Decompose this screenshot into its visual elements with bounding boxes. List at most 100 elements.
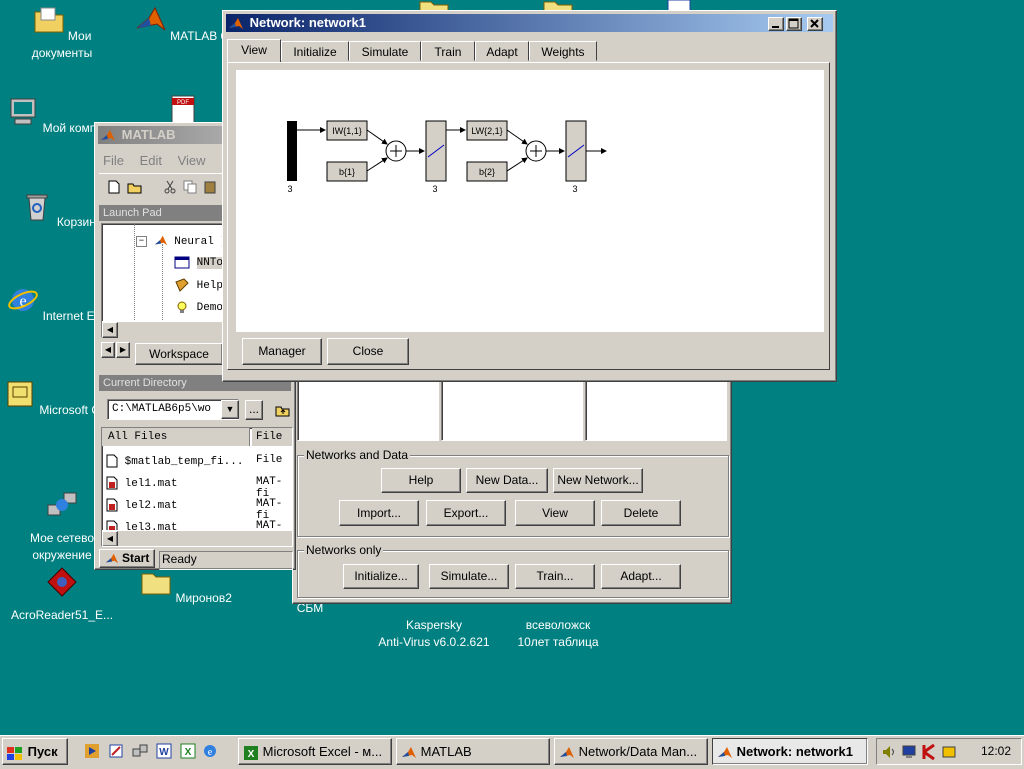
directory-dropdown-icon[interactable]: ▼ <box>221 400 239 419</box>
desktop-icon-mironov2[interactable]: Миронов2 <box>126 566 246 607</box>
acrobat-icon <box>47 567 77 597</box>
matlab-icon <box>560 746 574 758</box>
tab-view[interactable]: View <box>227 39 281 63</box>
start-label: Start <box>122 551 150 565</box>
current-directory-input[interactable]: C:\MATLAB6p5\wo <box>107 399 239 420</box>
window-icon <box>174 256 190 269</box>
networks-list[interactable] <box>441 379 583 441</box>
maximize-button[interactable] <box>786 17 802 31</box>
task-network-window[interactable]: Network: network1 <box>712 738 868 765</box>
delete-button[interactable]: Delete <box>601 500 681 526</box>
task-matlab[interactable]: MATLAB <box>396 738 550 765</box>
open-folder-icon[interactable] <box>127 180 143 194</box>
tab-weights[interactable]: Weights <box>529 41 597 61</box>
b2-label: b{2} <box>479 167 495 177</box>
start-menu-button[interactable]: Пуск <box>2 738 68 765</box>
file-type: File <box>256 454 283 466</box>
edit-icon[interactable] <box>108 743 124 759</box>
desktop-icon-kaspersky[interactable]: Kaspersky Anti-Virus v6.0.2.621 <box>372 600 496 651</box>
copy-icon[interactable] <box>183 180 197 194</box>
close-window-button[interactable] <box>807 17 823 31</box>
tab-scroll-right-icon[interactable]: ▶ <box>116 342 130 358</box>
network-window: Network: network1 View Initialize Simula… <box>222 10 837 382</box>
desktop-icon-vsevolozhsk[interactable]: всеволожск 10лет таблица <box>498 600 618 651</box>
table-row[interactable]: lel1.mat <box>106 476 177 490</box>
tree-item-help[interactable]: Help <box>174 278 223 292</box>
files-table[interactable]: All Files File $matlab_temp_fi... File l… <box>101 427 293 547</box>
network-titlebar[interactable]: Network: network1 <box>226 14 833 32</box>
cut-icon[interactable] <box>163 180 177 194</box>
manager-button[interactable]: Manager <box>242 338 322 365</box>
task-network-data-manager[interactable]: Network/Data Man... <box>554 738 708 765</box>
browse-button[interactable]: ... <box>245 400 263 420</box>
tree-item-label: Demo <box>196 301 224 314</box>
table-row[interactable]: lel2.mat <box>106 498 177 512</box>
network-data-manager-window: Networks and Data Help New Data... New N… <box>292 372 732 604</box>
simulate-button[interactable]: Simulate... <box>429 564 509 589</box>
desktop-icon-label: AcroReader51_E... <box>10 608 114 622</box>
keyboard-layout-icon[interactable] <box>941 744 957 760</box>
status-bar: Ready <box>159 551 293 570</box>
outputs-list[interactable] <box>585 379 727 441</box>
window-title: Network: network1 <box>249 15 366 30</box>
tab-train[interactable]: Train <box>421 41 475 61</box>
task-label: Network/Data Man... <box>578 744 698 759</box>
svg-text:X: X <box>185 747 192 758</box>
train-button[interactable]: Train... <box>515 564 595 589</box>
tree-item-neural[interactable]: − Neural ] <box>136 234 227 248</box>
menu-edit[interactable]: Edit <box>140 153 162 168</box>
import-button[interactable]: Import... <box>339 500 419 526</box>
tab-workspace[interactable]: Workspace <box>135 343 223 365</box>
scroll-left-icon[interactable]: ◀ <box>102 322 118 338</box>
adapt-button[interactable]: Adapt... <box>601 564 681 589</box>
desktop-icon-acroreader[interactable]: AcroReader51_E... <box>2 566 122 624</box>
paste-icon[interactable] <box>203 180 217 194</box>
column-header-file-type[interactable]: File <box>252 428 292 446</box>
task-label: MATLAB <box>420 744 472 759</box>
tab-adapt[interactable]: Adapt <box>475 41 529 61</box>
svg-text:e: e <box>208 747 213 758</box>
desktop-icon-my-documents[interactable]: Мои документы <box>2 4 122 62</box>
excel-icon[interactable]: X <box>180 743 196 759</box>
column-header-all-files[interactable]: All Files <box>102 428 250 446</box>
recycle-bin-icon <box>26 194 48 221</box>
minimize-icon <box>772 26 779 28</box>
horizontal-scrollbar[interactable]: ◀ <box>102 530 292 546</box>
svg-text:PDF: PDF <box>177 100 189 106</box>
tab-initialize[interactable]: Initialize <box>281 41 349 61</box>
task-excel[interactable]: X Microsoft Excel - м... <box>238 738 392 765</box>
scroll-left-icon[interactable]: ◀ <box>102 531 118 546</box>
network-neighborhood-icon[interactable] <box>132 743 148 759</box>
mat-file-icon <box>106 498 118 512</box>
new-network-button[interactable]: New Network... <box>553 468 643 493</box>
word-icon[interactable]: W <box>156 743 172 759</box>
new-data-button[interactable]: New Data... <box>466 468 548 493</box>
folder-icon <box>141 573 171 595</box>
menu-file[interactable]: File <box>103 153 124 168</box>
initialize-button[interactable]: Initialize... <box>343 564 419 589</box>
lw21-label: LW{2,1} <box>471 126 502 136</box>
monitor-icon[interactable] <box>901 744 917 760</box>
menu-view[interactable]: View <box>178 153 206 168</box>
tree-item-nntool[interactable]: NNTo <box>174 256 224 270</box>
tab-scroll-left-icon[interactable]: ◀ <box>101 342 115 358</box>
ie-icon[interactable]: e <box>202 743 218 759</box>
view-button[interactable]: View <box>515 500 595 526</box>
speaker-icon[interactable] <box>881 744 897 760</box>
media-player-icon[interactable] <box>84 743 100 759</box>
close-button[interactable]: Close <box>327 338 409 365</box>
new-file-icon[interactable] <box>107 180 121 194</box>
help-button[interactable]: Help <box>381 468 461 493</box>
tab-simulate[interactable]: Simulate <box>349 41 421 61</box>
excel-icon: X <box>244 745 258 760</box>
collapse-icon[interactable]: − <box>136 235 147 247</box>
kaspersky-icon[interactable] <box>921 744 937 760</box>
tree-item-demos[interactable]: Demo <box>174 300 223 314</box>
table-row[interactable]: $matlab_temp_fi... <box>106 454 243 468</box>
inputs-list[interactable] <box>297 379 439 441</box>
pdf-icon: PDF <box>171 95 195 124</box>
minimize-button[interactable] <box>768 17 784 31</box>
start-button[interactable]: Start <box>99 549 155 568</box>
export-button[interactable]: Export... <box>426 500 506 526</box>
up-folder-icon[interactable] <box>275 403 291 417</box>
